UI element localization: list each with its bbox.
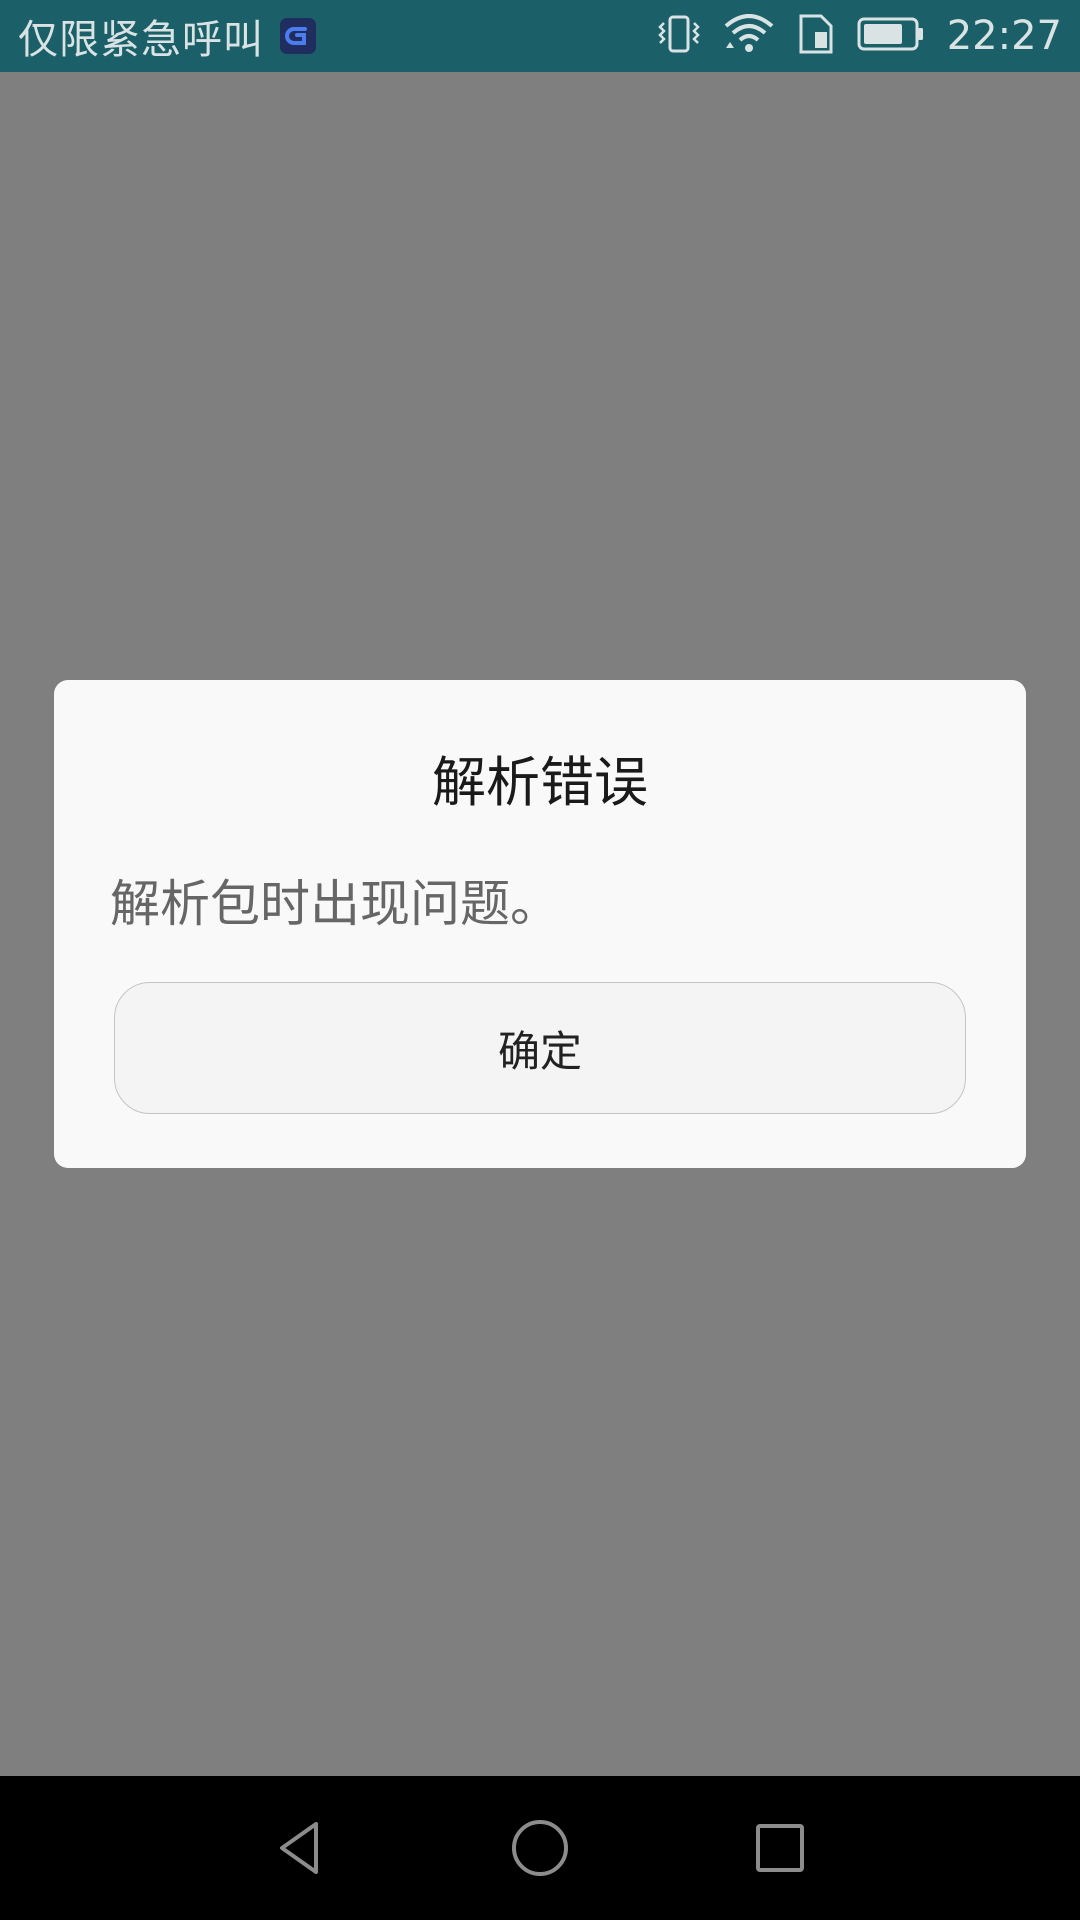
recents-icon[interactable] bbox=[750, 1818, 810, 1878]
ok-button[interactable]: 确定 bbox=[114, 982, 966, 1114]
sim-icon bbox=[797, 14, 835, 58]
wifi-icon bbox=[723, 14, 775, 58]
status-bar-right: 22:27 bbox=[657, 13, 1062, 59]
dialog-message: 解析包时出现问题。 bbox=[110, 875, 560, 933]
clock: 22:27 bbox=[946, 13, 1062, 59]
battery-icon bbox=[857, 16, 925, 56]
back-icon[interactable] bbox=[270, 1818, 330, 1878]
status-bar: 仅限紧急呼叫 22:27 bbox=[0, 0, 1080, 72]
app-notification-icon bbox=[280, 18, 316, 54]
home-icon[interactable] bbox=[510, 1818, 570, 1878]
status-bar-left: 仅限紧急呼叫 bbox=[18, 7, 316, 65]
carrier-text: 仅限紧急呼叫 bbox=[18, 17, 264, 63]
dialog-title: 解析错误 bbox=[432, 751, 648, 814]
vibrate-icon bbox=[657, 14, 701, 58]
